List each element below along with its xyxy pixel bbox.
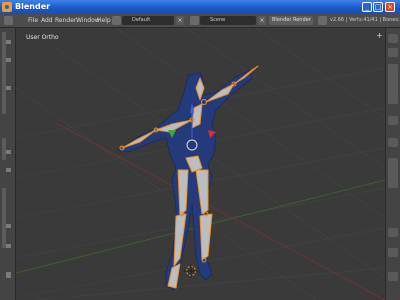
x-axis-line [55,122,385,300]
props-tab[interactable] [388,116,398,125]
bone-shin-r [199,213,213,261]
props-tab[interactable] [388,248,398,257]
props-tab[interactable] [388,158,398,188]
menu-file[interactable]: File [28,15,38,26]
tool-shelf[interactable] [0,28,16,300]
menu-add[interactable]: Add [41,15,53,26]
scene-stats: v2.66 | Verts:41/41 | Bones:20/20 [330,17,400,23]
shelf-toggle-icon[interactable] [6,272,11,278]
shelf-tab[interactable] [6,244,11,248]
3d-viewport[interactable]: User Ortho + [16,28,385,300]
props-tab[interactable] [388,228,398,237]
shelf-scroll-strip[interactable] [2,32,6,114]
scene-field[interactable]: Scene [200,16,256,25]
scene-close-button[interactable]: × [258,16,266,25]
3d-cursor[interactable] [184,264,198,278]
editor-type-icon[interactable] [4,16,13,25]
close-button[interactable]: × [385,2,395,12]
shelf-scroll-strip[interactable] [2,138,6,160]
menu-render[interactable]: Render [55,15,76,26]
blender-icon [318,16,327,25]
shelf-tab[interactable] [6,224,11,228]
shelf-tab[interactable] [6,150,11,154]
maximize-button[interactable]: □ [373,2,383,12]
screen-layout-field[interactable]: Default [122,16,174,25]
viewport-view-label: User Ortho [26,34,59,41]
window-titlebar: Blender _ □ × [0,0,400,14]
minimize-button[interactable]: _ [362,2,372,12]
properties-strip[interactable] [385,28,400,300]
shelf-tab[interactable] [6,168,11,172]
plus-icon[interactable]: + [376,32,383,40]
shelf-tab[interactable] [6,58,11,62]
props-tab[interactable] [388,272,398,281]
viewport-canvas [16,28,385,300]
menu-help[interactable]: Help [97,15,111,26]
screen-layout-close-button[interactable]: × [176,16,184,25]
bone-thigh-l [177,169,189,217]
screen-layout-icon[interactable] [112,16,121,25]
props-tab[interactable] [388,48,398,57]
window-title: Blender [15,2,51,11]
props-tab[interactable] [388,64,398,104]
blender-logo-icon [2,2,12,12]
scene-icon[interactable] [190,16,199,25]
props-tab[interactable] [388,138,398,147]
props-tab[interactable] [388,34,398,43]
shelf-scroll-strip[interactable] [2,188,6,248]
render-engine-dropdown[interactable]: Blender Render [269,16,313,25]
shelf-tab[interactable] [6,86,11,90]
info-header: File Add Render Window Help Default × Sc… [0,14,400,28]
shelf-tab[interactable] [6,40,11,44]
